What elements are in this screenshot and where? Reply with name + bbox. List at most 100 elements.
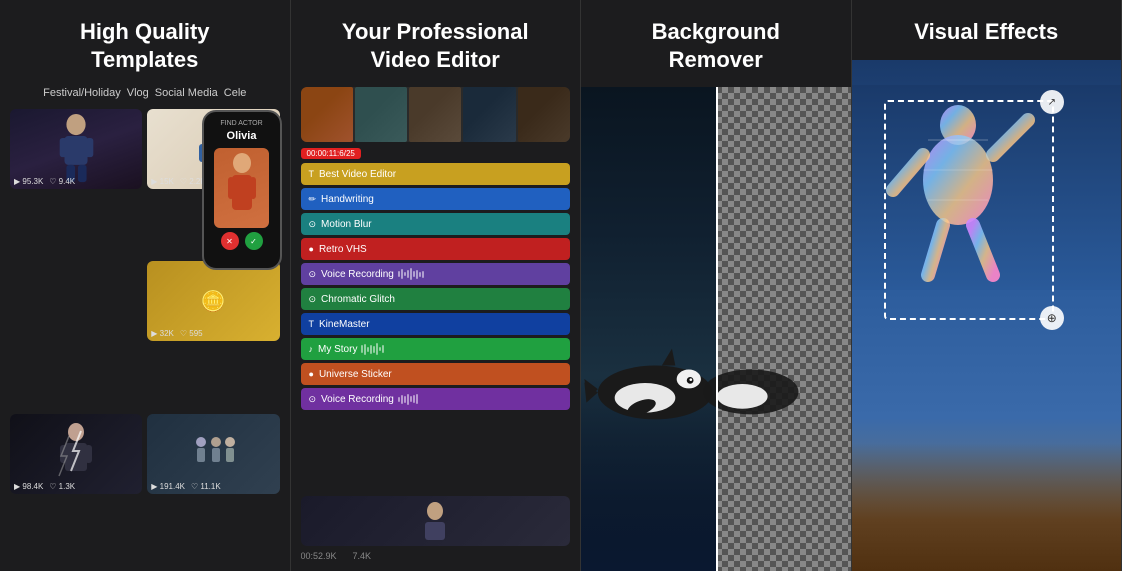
bottom-thumb-content [301,496,571,546]
track-label-6: Chromatic Glitch [321,294,395,305]
track-label-4: Retro VHS [319,244,367,255]
template-1-stats: ▶ 95.3K ♡ 9.4K [14,177,75,186]
bottom-stats: 00:52.9K 7.4K [301,551,571,561]
selection-box[interactable]: ↗ ⊕ [884,100,1054,320]
tag-festival[interactable]: Festival/Holiday [43,87,121,99]
track-icon-7: T [309,319,315,329]
views-1: ▶ 95.3K [14,177,43,186]
track-label-10: Voice Recording [321,394,394,405]
track-motion-blur[interactable]: ⊙ Motion Blur [301,213,571,235]
track-icon-1: T [309,169,315,179]
track-icon-2: ✏ [309,194,317,205]
track-universe-sticker[interactable]: ● Universe Sticker [301,363,571,385]
track-label-1: Best Video Editor [319,169,396,180]
panel-visual-effects: Visual Effects [852,0,1122,571]
people-silhouette [186,434,241,474]
track-label-7: KineMaster [319,319,370,330]
phone-photo [214,148,269,228]
panel-bg-remover: Background Remover [581,0,852,571]
template-item-3[interactable]: 🪙 ▶ 32K ♡ 595 [147,261,279,341]
waveform-1 [398,268,424,280]
waveform-2 [361,343,384,355]
track-icon-5: ⊙ [309,269,317,280]
effects-content: ↗ ⊕ 00:00:17.486 StatusBadge [852,60,1122,571]
track-icon-4: ● [309,244,314,254]
bottom-thumbnail [301,496,571,546]
thumb-4 [463,87,515,142]
track-kinemaster[interactable]: T KineMaster [301,313,571,335]
track-label-3: Motion Blur [321,219,372,230]
track-label-9: Universe Sticker [319,369,392,380]
track-voice-recording-1[interactable]: ⊙ Voice Recording [301,263,571,285]
track-my-story[interactable]: ♪ My Story [301,338,571,360]
likes-4: ♡ 1.3K [49,482,75,491]
panel-2-title: Your Professional Video Editor [342,18,529,73]
track-retro-vhs[interactable]: ● Retro VHS [301,238,571,260]
tag-vlog[interactable]: Vlog [127,87,149,99]
track-icon-3: ⊙ [309,219,317,230]
template-4-stats: ▶ 98.4K ♡ 1.3K [14,482,75,491]
orca-scene [581,87,851,571]
track-icon-10: ⊙ [309,394,317,405]
thumb-5 [518,87,570,142]
track-label-8: My Story [318,344,357,355]
time-indicator: 00:00:11:6/25 [301,148,571,159]
timeline-tracks: T Best Video Editor ✏ Handwriting ⊙ Moti… [301,163,571,490]
phone-label: FIND ACTOR [220,120,262,127]
likes-3: ♡ 595 [180,329,203,338]
track-handwriting[interactable]: ✏ Handwriting [301,188,571,210]
waveform-3 [398,394,418,405]
likes-5: ♡ 11.1K [191,482,221,491]
views-5: ▶ 191.4K [151,482,185,491]
tags-row: Festival/Holiday Vlog Social Media Cele [10,87,280,99]
stat-likes: 7.4K [353,551,372,561]
bg-divider [716,87,718,571]
tag-cele[interactable]: Cele [224,87,247,99]
panel-3-title: Background Remover [652,18,780,73]
preview-strip [301,87,571,142]
transparent-scene [716,87,851,571]
panel-video-editor: Your Professional Video Editor 00:00:11:… [291,0,582,571]
panel-1-title: High Quality Templates [80,18,210,73]
views-4: ▶ 98.4K [14,482,43,491]
accept-icon[interactable]: ✓ [245,232,263,250]
person-silhouette-4 [51,421,101,486]
track-label-2: Handwriting [321,194,374,205]
bg-remover-content: 00:09:01:195 ▶ Mountain Summit Gala ▶ 1.… [581,87,851,571]
panel-templates: High Quality Templates Festival/Holiday … [0,0,291,571]
track-icon-9: ● [309,369,314,379]
sky-scene: ↗ ⊕ [852,60,1122,571]
phone-name: Olivia [227,130,257,142]
stat-views: 00:52.9K [301,551,337,561]
tag-social[interactable]: Social Media [155,87,218,99]
template-item-5[interactable]: ▶ 191.4K ♡ 11.1K [147,414,279,494]
phone-frame: FIND ACTOR Olivia ✕ ✓ [202,110,282,270]
drone-icon: 🪙 [201,289,226,314]
track-best-video-editor[interactable]: T Best Video Editor [301,163,571,185]
likes-1: ♡ 9.4K [49,177,75,186]
timeline-container: 00:00:11:6/25 T Best Video Editor ✏ Hand… [301,87,571,561]
track-label-5: Voice Recording [321,269,394,280]
reject-icon[interactable]: ✕ [221,232,239,250]
track-voice-recording-2[interactable]: ⊙ Voice Recording [301,388,571,410]
track-chromatic-glitch[interactable]: ⊙ Chromatic Glitch [301,288,571,310]
thumb-2 [355,87,407,142]
thumb-3 [409,87,461,142]
olivia-silhouette [222,153,262,223]
template-5-stats: ▶ 191.4K ♡ 11.1K [151,482,220,491]
timecode: 00:00:11:6/25 [301,148,361,159]
selection-handle-bottom[interactable]: ⊕ [1040,306,1064,330]
person-silhouette [49,113,104,185]
bottom-person-silhouette [395,501,475,541]
template-item-4[interactable]: ▶ 98.4K ♡ 1.3K [10,414,142,494]
panel-4-title: Visual Effects [914,18,1058,46]
template-item-1[interactable]: ▶ 95.3K ♡ 9.4K [10,109,142,189]
views-3: ▶ 32K [151,329,174,338]
ground-gradient [852,443,1122,571]
template-3-stats: ▶ 32K ♡ 595 [151,329,202,338]
template-2-stats: ▶ 15K ♡ 2.2K [151,177,205,186]
track-icon-6: ⊙ [309,294,317,305]
orca-right-svg [689,256,824,522]
phone-action-icons: ✕ ✓ [221,232,263,250]
track-icon-8: ♪ [309,344,314,354]
